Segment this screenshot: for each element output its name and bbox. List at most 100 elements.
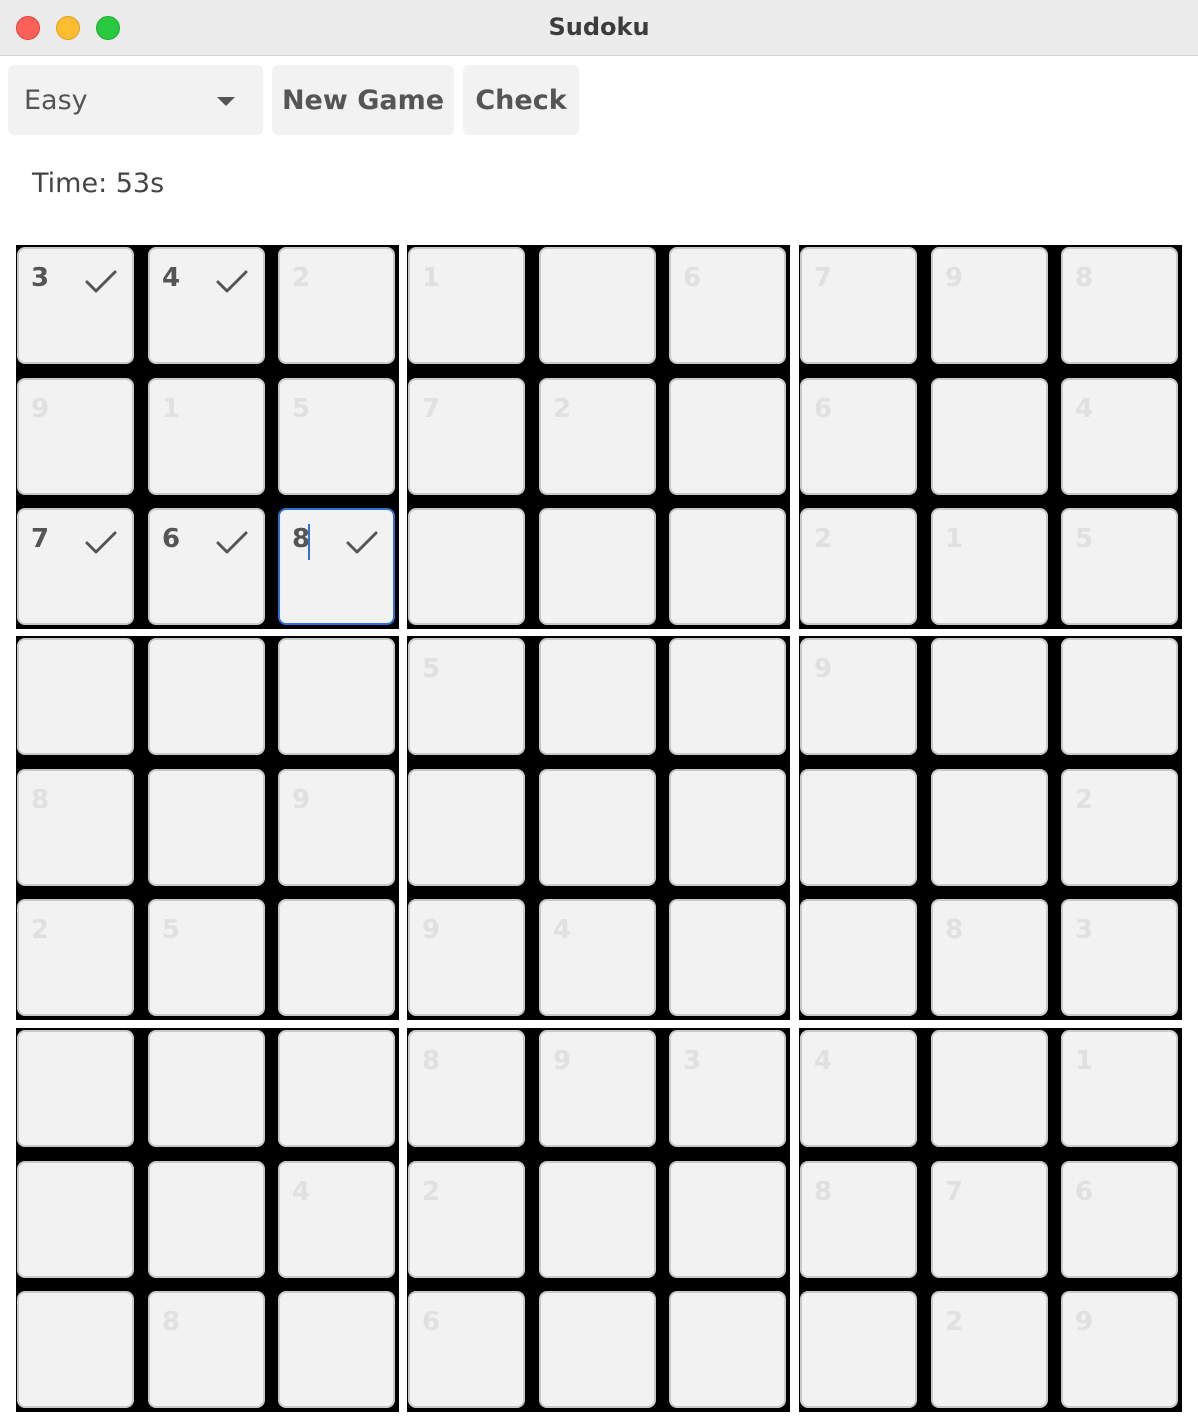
sudoku-cell[interactable]: 7: [408, 378, 525, 495]
sudoku-cell[interactable]: 8: [278, 508, 395, 625]
cell-digit: 6: [683, 263, 702, 293]
sudoku-cell[interactable]: 2: [931, 1291, 1048, 1408]
sudoku-cell[interactable]: 8: [1061, 247, 1178, 364]
sudoku-cell[interactable]: [148, 1030, 265, 1147]
sudoku-cell[interactable]: 5: [408, 638, 525, 755]
sudoku-cell[interactable]: 5: [1061, 508, 1178, 625]
cell-digit: 9: [553, 1046, 572, 1076]
sudoku-cell[interactable]: [1061, 638, 1178, 755]
sudoku-cell[interactable]: 1: [148, 378, 265, 495]
sudoku-cell[interactable]: [931, 378, 1048, 495]
sudoku-cell[interactable]: [17, 1030, 134, 1147]
sudoku-cell[interactable]: 5: [148, 899, 265, 1016]
sudoku-cell[interactable]: [931, 1030, 1048, 1147]
sudoku-box: 8 9 3 2 6: [407, 1028, 790, 1412]
sudoku-cell[interactable]: 3: [1061, 899, 1178, 1016]
sudoku-cell[interactable]: 2: [539, 378, 656, 495]
title-bar: Sudoku: [0, 0, 1198, 56]
sudoku-cell[interactable]: 9: [408, 899, 525, 1016]
sudoku-cell[interactable]: [278, 638, 395, 755]
difficulty-dropdown[interactable]: Easy: [8, 65, 263, 135]
sudoku-cell[interactable]: 3: [17, 247, 134, 364]
sudoku-cell[interactable]: [148, 638, 265, 755]
sudoku-cell[interactable]: [669, 638, 786, 755]
cell-digit: 8: [31, 785, 50, 815]
sudoku-cell[interactable]: 6: [1061, 1161, 1178, 1278]
sudoku-cell[interactable]: 6: [669, 247, 786, 364]
sudoku-cell[interactable]: [669, 1161, 786, 1278]
sudoku-cell[interactable]: 3: [669, 1030, 786, 1147]
sudoku-cell[interactable]: [278, 1291, 395, 1408]
new-game-button[interactable]: New Game: [272, 65, 454, 135]
sudoku-cell[interactable]: 8: [931, 899, 1048, 1016]
sudoku-cell[interactable]: 1: [1061, 1030, 1178, 1147]
cell-digit: 5: [422, 654, 441, 684]
sudoku-cell[interactable]: [539, 508, 656, 625]
sudoku-cell[interactable]: [17, 638, 134, 755]
sudoku-cell[interactable]: [539, 769, 656, 886]
sudoku-cell[interactable]: 4: [1061, 378, 1178, 495]
sudoku-cell[interactable]: 9: [539, 1030, 656, 1147]
sudoku-cell[interactable]: [669, 1291, 786, 1408]
cell-digit: 8: [422, 1046, 441, 1076]
sudoku-cell[interactable]: 4: [800, 1030, 917, 1147]
sudoku-cell[interactable]: [931, 769, 1048, 886]
sudoku-cell[interactable]: 7: [800, 247, 917, 364]
sudoku-cell[interactable]: 7: [17, 508, 134, 625]
sudoku-cell[interactable]: 9: [17, 378, 134, 495]
sudoku-cell[interactable]: [17, 1161, 134, 1278]
sudoku-cell[interactable]: 8: [800, 1161, 917, 1278]
sudoku-cell[interactable]: 8: [17, 769, 134, 886]
sudoku-cell[interactable]: [148, 1161, 265, 1278]
sudoku-cell[interactable]: 7: [931, 1161, 1048, 1278]
sudoku-cell[interactable]: [669, 899, 786, 1016]
sudoku-cell[interactable]: [539, 1161, 656, 1278]
cell-digit: 4: [1075, 394, 1094, 424]
sudoku-cell[interactable]: 4: [148, 247, 265, 364]
cell-digit: 9: [292, 785, 311, 815]
sudoku-cell[interactable]: [408, 508, 525, 625]
cell-digit: 9: [1075, 1307, 1094, 1337]
sudoku-cell[interactable]: 5: [278, 378, 395, 495]
sudoku-cell[interactable]: [539, 1291, 656, 1408]
sudoku-cell[interactable]: [800, 1291, 917, 1408]
sudoku-cell[interactable]: 2: [1061, 769, 1178, 886]
sudoku-cell[interactable]: 9: [1061, 1291, 1178, 1408]
sudoku-cell[interactable]: 8: [148, 1291, 265, 1408]
sudoku-cell[interactable]: 9: [278, 769, 395, 886]
sudoku-cell[interactable]: 9: [931, 247, 1048, 364]
timer-label: Time: 53s: [32, 168, 165, 199]
sudoku-cell[interactable]: 4: [278, 1161, 395, 1278]
sudoku-cell[interactable]: 2: [17, 899, 134, 1016]
sudoku-cell[interactable]: 8: [408, 1030, 525, 1147]
sudoku-cell[interactable]: 9: [800, 638, 917, 755]
sudoku-cell[interactable]: [278, 899, 395, 1016]
sudoku-cell[interactable]: [148, 769, 265, 886]
cell-digit: 5: [292, 394, 311, 424]
sudoku-cell[interactable]: [931, 638, 1048, 755]
sudoku-cell[interactable]: [17, 1291, 134, 1408]
sudoku-cell[interactable]: 1: [408, 247, 525, 364]
sudoku-cell[interactable]: [669, 769, 786, 886]
sudoku-cell[interactable]: [278, 1030, 395, 1147]
sudoku-cell[interactable]: 2: [800, 508, 917, 625]
sudoku-cell[interactable]: 2: [278, 247, 395, 364]
sudoku-cell[interactable]: [539, 638, 656, 755]
checkmark-icon: [85, 270, 117, 293]
sudoku-cell[interactable]: [669, 378, 786, 495]
sudoku-cell[interactable]: [669, 508, 786, 625]
cell-digit: 1: [1075, 1046, 1094, 1076]
sudoku-cell[interactable]: 6: [800, 378, 917, 495]
sudoku-cell[interactable]: [800, 899, 917, 1016]
check-button[interactable]: Check: [463, 65, 579, 135]
sudoku-cell[interactable]: 2: [408, 1161, 525, 1278]
cell-digit: 5: [1075, 524, 1094, 554]
sudoku-cell[interactable]: 6: [148, 508, 265, 625]
sudoku-cell[interactable]: [539, 247, 656, 364]
sudoku-cell[interactable]: 6: [408, 1291, 525, 1408]
cell-digit: 9: [31, 394, 50, 424]
sudoku-cell[interactable]: [800, 769, 917, 886]
sudoku-cell[interactable]: [408, 769, 525, 886]
sudoku-cell[interactable]: 4: [539, 899, 656, 1016]
sudoku-cell[interactable]: 1: [931, 508, 1048, 625]
